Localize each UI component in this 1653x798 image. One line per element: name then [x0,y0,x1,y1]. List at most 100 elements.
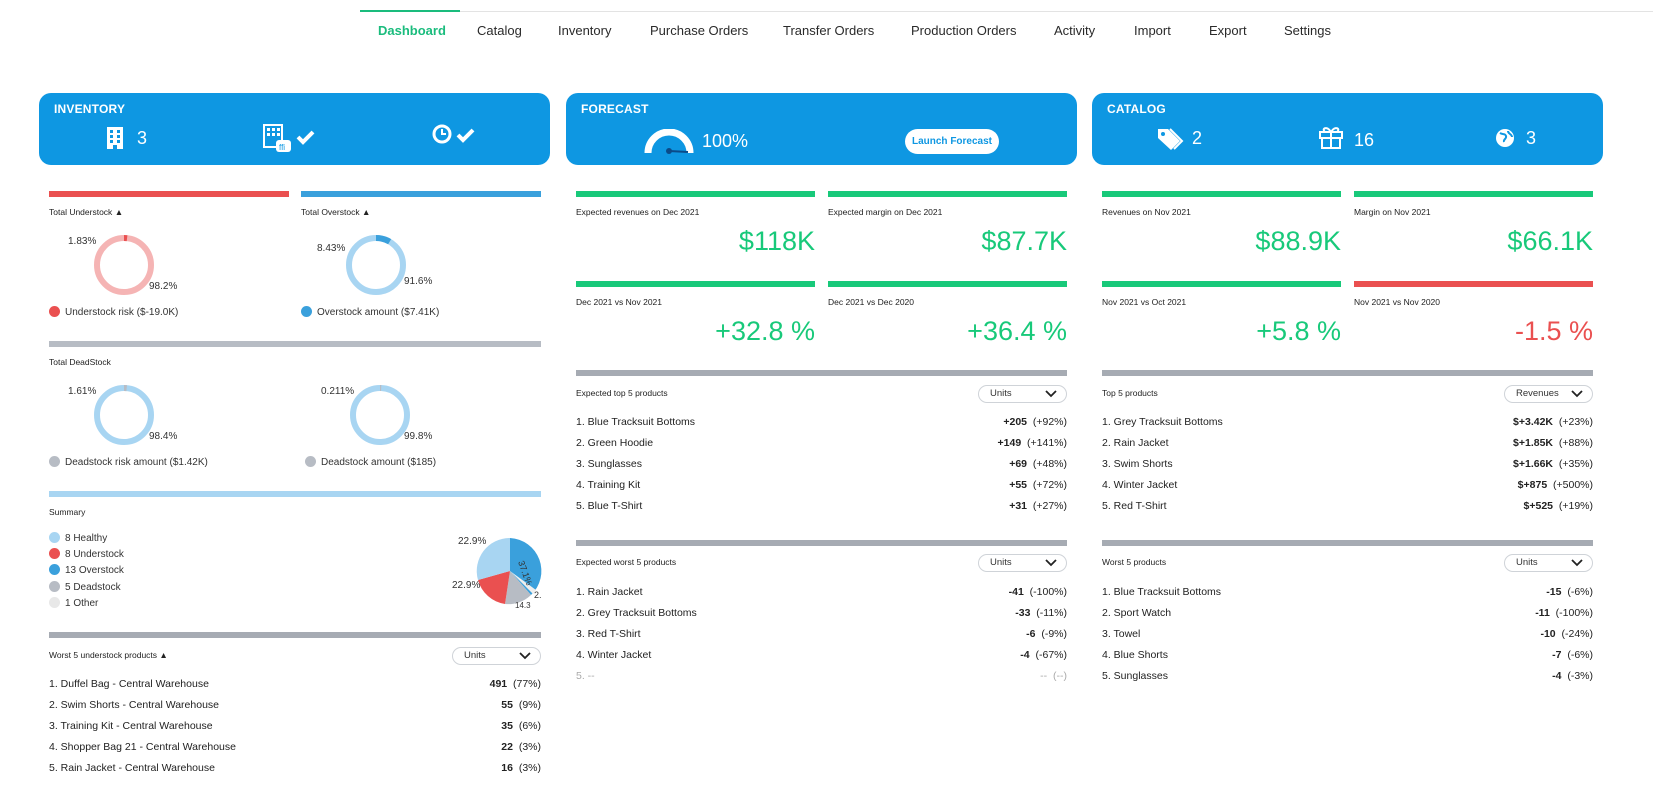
list-item-value: -11 (-100%) [1535,607,1593,619]
list-item[interactable]: 2. Grey Tracksuit Bottoms [576,607,697,619]
kpi-bar [1354,281,1593,287]
catalog-top5-select[interactable]: Revenues [1504,385,1593,403]
list-item: 5. -- [576,670,595,682]
deadstock-amount-pct-large: 99.8% [404,431,433,442]
summary-bar [49,491,541,497]
list-item-value: +205 (+92%) [1003,416,1067,428]
tags-count: 2 [1192,128,1203,148]
chevron-down-icon [1571,559,1583,567]
legend-dot [49,564,60,575]
list-item[interactable]: 1. Blue Tracksuit Bottoms [576,416,695,428]
kpi-value: $118K [738,226,815,256]
list-item[interactable]: 3. Sunglasses [576,458,642,470]
list-item[interactable]: 2. Swim Shorts - Central Warehouse [49,699,219,711]
tab-export[interactable]: Export [1209,23,1247,38]
nav-divider [360,11,1653,12]
kpi-bar [828,191,1067,197]
tab-catalog[interactable]: Catalog [477,23,522,38]
list-item-value: 22 (3%) [501,741,541,753]
tab-transfer-orders[interactable]: Transfer Orders [783,23,874,38]
worst-understock-bar [49,632,541,638]
catalog-worst5-select[interactable]: Units [1504,554,1593,572]
list-item[interactable]: 5. Red T-Shirt [1102,500,1167,512]
warehouse-check-icon[interactable]: ffi [263,124,319,154]
clock-check-icon[interactable] [432,124,488,148]
launch-forecast-button[interactable]: Launch Forecast [905,129,999,154]
worst-understock-select[interactable]: Units [452,647,541,665]
list-item[interactable]: 2. Sport Watch [1102,607,1171,619]
understock-legend: Understock risk ($-19.0K) [49,306,178,318]
tab-production-orders[interactable]: Production Orders [911,23,1017,38]
tab-purchase-orders[interactable]: Purchase Orders [650,23,748,38]
list-item[interactable]: 5. Blue T-Shirt [576,500,642,512]
forecast-card[interactable]: FORECAST 100% Launch Forecast [566,93,1077,165]
pie-label-understock: 22.9% [452,580,481,591]
list-item-value: 55 (9%) [501,699,541,711]
list-item[interactable]: 5. Rain Jacket - Central Warehouse [49,762,215,774]
understock-title: Total Understock ▲ [49,207,124,217]
list-item[interactable]: 3. Red T-Shirt [576,628,641,640]
overstock-legend: Overstock amount ($7.41K) [301,306,439,318]
list-item-value: -41 (-100%) [1008,586,1067,598]
kpi-bar [576,281,815,287]
building-icon [107,127,123,149]
list-item[interactable]: 4. Winter Jacket [1102,479,1177,491]
forecast-card-title: FORECAST [581,102,649,116]
kpi-label: Dec 2021 vs Dec 2020 [828,297,914,307]
forecast-accuracy: 100% [702,131,749,151]
overstock-pct-small: 8.43% [317,243,346,254]
warning-icon: ▲ [159,650,168,660]
list-item[interactable]: 3. Training Kit - Central Warehouse [49,720,213,732]
list-item[interactable]: 4. Training Kit [576,479,640,491]
warning-icon: ▲ [361,207,371,217]
legend-dot [305,456,316,467]
overstock-donut [346,235,406,295]
list-item[interactable]: 3. Swim Shorts [1102,458,1173,470]
list-item[interactable]: 4. Shopper Bag 21 - Central Warehouse [49,741,236,753]
kpi-label: Margin on Nov 2021 [1354,207,1431,217]
list-item-value: +31 (+27%) [1009,500,1067,512]
kpi-label: Dec 2021 vs Nov 2021 [576,297,662,307]
nav-active-indicator [360,10,460,12]
tab-settings[interactable]: Settings [1284,23,1331,38]
list-item[interactable]: 4. Blue Shorts [1102,649,1168,661]
tab-import[interactable]: Import [1134,23,1171,38]
list-item-value: +69 (+48%) [1009,458,1067,470]
summary-legend-healthy: 8 Healthy [49,532,107,544]
warning-icon: ▲ [114,207,124,217]
catalog-card[interactable]: CATALOG 2 16 3 [1092,93,1603,165]
list-item[interactable]: 2. Green Hoodie [576,437,653,449]
list-item-value: -10 (-24%) [1540,628,1593,640]
inventory-card[interactable]: INVENTORY 3 ffi [39,93,550,165]
pie-label-healthy: 22.9% [458,536,487,547]
forecast-top5-select[interactable]: Units [978,385,1067,403]
tab-dashboard[interactable]: Dashboard [378,23,446,38]
catalog-top5-title: Top 5 products [1102,388,1158,398]
tab-activity[interactable]: Activity [1054,23,1095,38]
list-item[interactable]: 5. Sunglasses [1102,670,1168,682]
kpi-value: +36.4 % [967,316,1067,346]
list-item[interactable]: 4. Winter Jacket [576,649,651,661]
pie-label-other: 14.3 [515,601,531,610]
legend-dot [49,456,60,467]
tab-inventory[interactable]: Inventory [558,23,611,38]
svg-text:ffi: ffi [279,143,285,152]
worst-understock-title: Worst 5 understock products ▲ [49,650,168,660]
forecast-worst5-select[interactable]: Units [978,554,1067,572]
list-item[interactable]: 1. Grey Tracksuit Bottoms [1102,416,1223,428]
list-item-value: $+875 (+500%) [1517,479,1593,491]
list-item[interactable]: 1. Duffel Bag - Central Warehouse [49,678,209,690]
list-item-value: -33 (-11%) [1015,607,1067,619]
deadstock-amount-pct-small: 0.211% [321,386,355,397]
products-count: 16 [1354,130,1375,150]
list-item[interactable]: 2. Rain Jacket [1102,437,1169,449]
list-item[interactable]: 1. Rain Jacket [576,586,643,598]
chevron-down-icon [519,652,531,660]
legend-dot [49,581,60,592]
list-item[interactable]: 3. Towel [1102,628,1140,640]
summary-title: Summary [49,507,86,517]
tags-icon [1158,128,1184,150]
list-item[interactable]: 1. Blue Tracksuit Bottoms [1102,586,1221,598]
kpi-bar [1102,191,1341,197]
inventory-card-title: INVENTORY [54,102,126,116]
